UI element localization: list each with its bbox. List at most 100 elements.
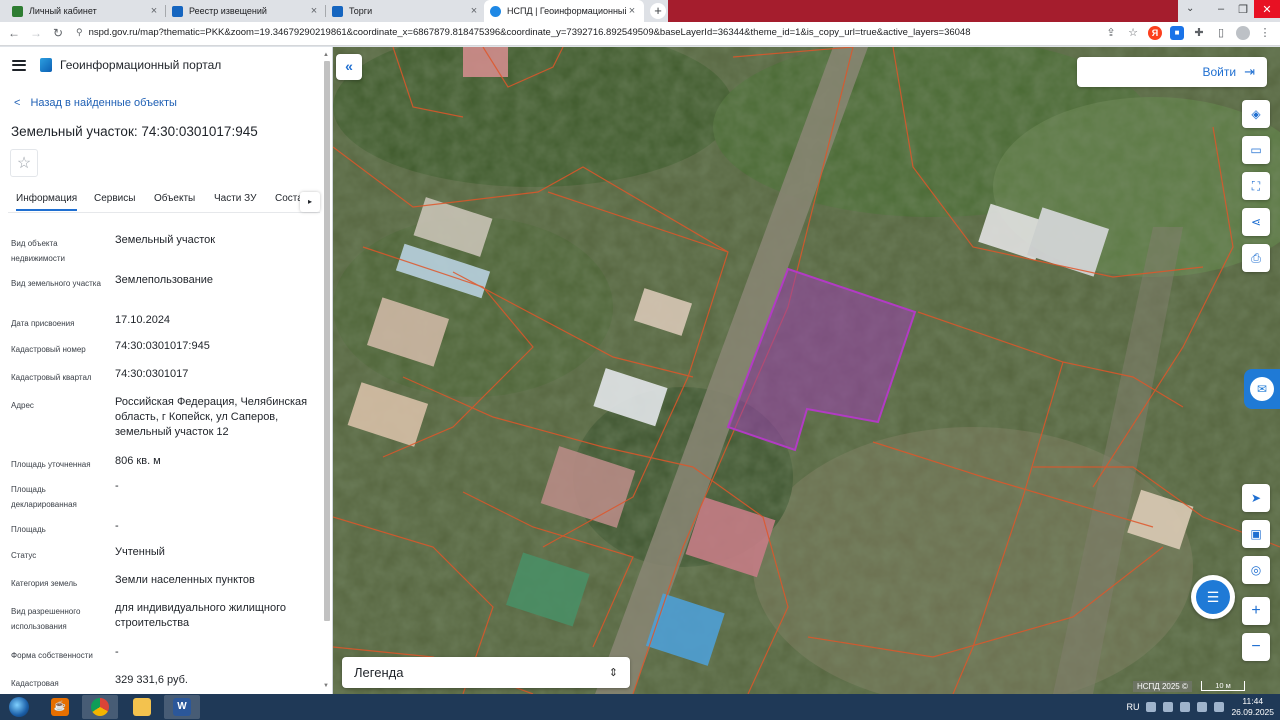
panel-scrollbar[interactable]: ▲ ▼ (323, 52, 331, 689)
clock[interactable]: 11:44 26.09.2025 (1231, 696, 1274, 718)
field-value: Земли населенных пунктов (115, 574, 255, 586)
menu-burger-icon[interactable] (12, 59, 26, 71)
taskbar-word[interactable]: W (164, 695, 200, 719)
portal-header: Геоинформационный портал (12, 58, 221, 72)
tab-parts[interactable]: Части ЗУ (214, 193, 256, 204)
url-text: nspd.gov.ru/map?thematic=PKK&zoom=19.346… (88, 27, 971, 38)
field-value: 806 кв. м (115, 455, 161, 467)
layers-icon[interactable]: ◈ (1242, 100, 1270, 128)
minimap-icon[interactable]: ▣ (1242, 520, 1270, 548)
tab-search-chevron-icon[interactable]: ⌄ (1186, 3, 1194, 14)
tab-information[interactable]: Информация (16, 193, 78, 211)
taskbar-java-app[interactable]: ☕ (42, 695, 78, 719)
collapse-panel-button[interactable]: « (336, 54, 362, 80)
chat-button[interactable]: ☰ (1191, 575, 1235, 619)
tab-personal-cabinet[interactable]: Личный кабинет × (6, 0, 166, 22)
tab-nspd[interactable]: НСПД | Геоинформационный п × (484, 0, 644, 22)
tab-services[interactable]: Сервисы (94, 193, 135, 204)
tray-app-icon[interactable] (1163, 702, 1174, 712)
field-value: Землепользование (115, 274, 214, 286)
bookmark-star-icon[interactable]: ☆ (1126, 26, 1140, 40)
url-field[interactable]: ⚲ nspd.gov.ru/map?thematic=PKK&zoom=19.34… (76, 27, 970, 38)
expand-collapse-icon: ⇕ (608, 667, 618, 679)
back-to-results-link[interactable]: < Назад в найденные объекты (14, 97, 177, 109)
folder-icon (133, 698, 151, 716)
tab-close-icon[interactable]: × (626, 5, 638, 17)
field-label: Кадастровая (11, 679, 59, 688)
extension-icon[interactable]: ■ (1170, 26, 1184, 40)
field-label: Площадь уточненная (11, 460, 91, 469)
scrollbar-thumb[interactable] (324, 61, 330, 621)
share-icon[interactable]: ⇪ (1104, 26, 1118, 40)
field-value: 17.10.2024 (115, 314, 171, 326)
login-button[interactable]: Войти ⇥ (1077, 57, 1267, 87)
field-value: 74:30:0301017 (115, 368, 189, 380)
browser-tab-strip: Личный кабинет × Реестр извещений × Торг… (0, 0, 1280, 22)
window-close-icon[interactable]: ✕ (1254, 0, 1280, 18)
new-tab-button[interactable]: + (650, 3, 666, 19)
field-value: Учтенный (115, 546, 165, 558)
profile-avatar-icon[interactable] (1236, 26, 1250, 40)
site-info-icon[interactable]: ⚲ (76, 27, 83, 37)
forward-arrow-icon[interactable]: → (28, 26, 44, 40)
language-indicator[interactable]: RU (1126, 702, 1139, 712)
tray-app-icon[interactable] (1146, 702, 1157, 712)
tab-notices-registry[interactable]: Реестр извещений × (166, 0, 326, 22)
map-view[interactable]: « Войти ⇥ ◈ ▭ ⛶ ⋖ ⎙ ✉ ➤ ▣ ◎ + − ☰ Легенд… (333, 47, 1280, 694)
zoom-out-icon[interactable]: − (1242, 633, 1270, 661)
zoom-controls: + − (1242, 597, 1270, 661)
tab-close-icon[interactable]: × (468, 5, 480, 17)
satellite-imagery (333, 47, 1280, 694)
scroll-up-arrow-icon[interactable]: ▲ (323, 52, 329, 58)
back-arrow-icon[interactable]: ← (6, 26, 22, 40)
scroll-down-arrow-icon[interactable]: ▼ (323, 683, 329, 689)
tab-close-icon[interactable]: × (148, 5, 160, 17)
site-favicon-icon (332, 5, 343, 17)
volume-icon[interactable] (1214, 702, 1225, 712)
clock-date: 26.09.2025 (1231, 707, 1274, 717)
favorite-star-icon[interactable]: ☆ (10, 149, 38, 177)
yandex-extension-icon[interactable]: Я (1148, 26, 1162, 40)
tabs-scroll-right-button[interactable]: ▸ (300, 192, 320, 212)
java-icon: ☕ (51, 698, 69, 716)
tab-auctions[interactable]: Торги × (326, 0, 486, 22)
reload-icon[interactable]: ↻ (50, 26, 66, 40)
portal-title: Геоинформационный портал (60, 58, 222, 72)
location-search-icon[interactable]: ◎ (1242, 556, 1270, 584)
maximize-icon[interactable]: ❐ (1232, 0, 1254, 18)
extensions-puzzle-icon[interactable]: ✚ (1192, 26, 1206, 40)
field-label: Вид земельного участка (11, 279, 101, 288)
tab-title: Реестр извещений (189, 6, 267, 16)
field-label: Адрес (11, 401, 34, 410)
geolocation-icon[interactable]: ➤ (1242, 484, 1270, 512)
tab-composition[interactable]: Соста (275, 193, 303, 204)
tray-app-icon[interactable] (1180, 702, 1191, 712)
site-favicon-icon (12, 5, 23, 17)
tab-close-icon[interactable]: × (308, 5, 320, 17)
field-value: 74:30:0301017:945 (115, 340, 210, 352)
field-label: Дата присвоения (11, 319, 75, 328)
browser-menu-icon[interactable]: ⋮ (1258, 26, 1272, 40)
network-icon[interactable] (1197, 702, 1208, 712)
legend-toggle[interactable]: Легенда ⇕ (342, 657, 630, 688)
legend-label: Легенда (354, 665, 404, 680)
area-select-icon[interactable]: ⛶ (1242, 172, 1270, 200)
chat-bubble-icon: ☰ (1196, 580, 1230, 614)
start-button[interactable] (4, 695, 34, 719)
ruler-icon[interactable]: ▭ (1242, 136, 1270, 164)
tab-objects[interactable]: Объекты (154, 193, 195, 204)
map-tools-top: ◈ ▭ ⛶ ⋖ ⎙ (1242, 100, 1270, 272)
zoom-in-icon[interactable]: + (1242, 597, 1270, 625)
windows-taskbar: ☕ W RU 11:44 26.09.2025 (0, 694, 1280, 720)
taskbar-explorer[interactable] (124, 695, 160, 719)
object-tabs: Информация Сервисы Объекты Части ЗУ Сост… (8, 187, 320, 213)
side-panel-icon[interactable]: ▯ (1214, 26, 1228, 40)
taskbar-chrome[interactable] (82, 695, 118, 719)
field-label: Вид объекта недвижимости (11, 239, 65, 263)
site-favicon-icon (490, 5, 501, 17)
object-info-panel: Геоинформационный портал < Назад в найде… (0, 47, 333, 694)
share-icon[interactable]: ⋖ (1242, 208, 1270, 236)
print-icon[interactable]: ⎙ (1242, 244, 1270, 272)
minimize-icon[interactable]: – (1210, 0, 1232, 18)
feedback-tab[interactable]: ✉ (1244, 369, 1280, 409)
